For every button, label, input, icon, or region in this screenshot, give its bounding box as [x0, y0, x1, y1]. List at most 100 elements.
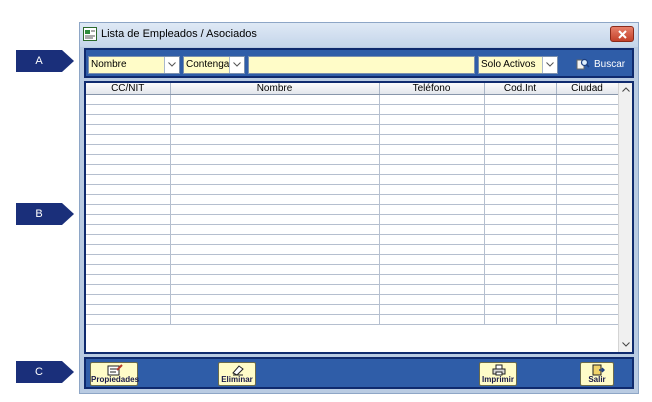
- table-cell[interactable]: [86, 144, 171, 155]
- scroll-up-icon[interactable]: [622, 87, 630, 92]
- table-cell[interactable]: [86, 244, 171, 255]
- table-cell[interactable]: [484, 294, 557, 305]
- table-cell[interactable]: [86, 294, 171, 305]
- table-cell[interactable]: [170, 174, 380, 185]
- table-cell[interactable]: [170, 294, 380, 305]
- column-header-cod-int[interactable]: Cod.Int: [484, 83, 557, 95]
- table-row[interactable]: [86, 224, 619, 235]
- table-row[interactable]: [86, 274, 619, 285]
- table-cell[interactable]: [484, 204, 557, 215]
- table-cell[interactable]: [484, 264, 557, 275]
- vertical-scrollbar[interactable]: [618, 83, 632, 352]
- table-cell[interactable]: [556, 184, 619, 195]
- table-cell[interactable]: [556, 234, 619, 245]
- table-cell[interactable]: [484, 274, 557, 285]
- table-cell[interactable]: [484, 194, 557, 205]
- table-cell[interactable]: [170, 114, 380, 125]
- print-button[interactable]: Imprimir: [479, 362, 517, 386]
- table-cell[interactable]: [170, 214, 380, 225]
- table-cell[interactable]: [379, 94, 485, 105]
- table-cell[interactable]: [86, 274, 171, 285]
- table-row[interactable]: [86, 94, 619, 105]
- table-cell[interactable]: [556, 214, 619, 225]
- table-cell[interactable]: [170, 204, 380, 215]
- table-row[interactable]: [86, 104, 619, 115]
- field-select[interactable]: Nombre: [88, 56, 180, 74]
- table-cell[interactable]: [556, 254, 619, 265]
- table-cell[interactable]: [379, 284, 485, 295]
- scroll-down-icon[interactable]: [622, 342, 630, 347]
- table-cell[interactable]: [379, 184, 485, 195]
- table-cell[interactable]: [556, 134, 619, 145]
- table-cell[interactable]: [86, 164, 171, 175]
- table-cell[interactable]: [379, 294, 485, 305]
- table-cell[interactable]: [484, 224, 557, 235]
- table-row[interactable]: [86, 214, 619, 225]
- table-row[interactable]: [86, 124, 619, 135]
- chevron-down-icon[interactable]: [164, 57, 179, 73]
- table-cell[interactable]: [86, 234, 171, 245]
- table-cell[interactable]: [170, 94, 380, 105]
- table-cell[interactable]: [379, 134, 485, 145]
- table-cell[interactable]: [556, 314, 619, 325]
- table-cell[interactable]: [556, 114, 619, 125]
- table-row[interactable]: [86, 204, 619, 215]
- table-cell[interactable]: [170, 124, 380, 135]
- table-cell[interactable]: [484, 124, 557, 135]
- table-cell[interactable]: [379, 104, 485, 115]
- exit-button[interactable]: Salir: [580, 362, 614, 386]
- table-row[interactable]: [86, 284, 619, 295]
- table-row[interactable]: [86, 194, 619, 205]
- table-cell[interactable]: [170, 144, 380, 155]
- search-input[interactable]: [248, 56, 475, 74]
- table-cell[interactable]: [484, 144, 557, 155]
- table-cell[interactable]: [379, 154, 485, 165]
- table-cell[interactable]: [170, 234, 380, 245]
- table-cell[interactable]: [379, 144, 485, 155]
- table-cell[interactable]: [86, 94, 171, 105]
- table-cell[interactable]: [170, 104, 380, 115]
- table-cell[interactable]: [86, 154, 171, 165]
- table-cell[interactable]: [379, 234, 485, 245]
- table-cell[interactable]: [86, 254, 171, 265]
- table-cell[interactable]: [170, 314, 380, 325]
- table-cell[interactable]: [556, 124, 619, 135]
- table-row[interactable]: [86, 294, 619, 305]
- table-row[interactable]: [86, 154, 619, 165]
- properties-button[interactable]: Propiedades: [90, 362, 139, 386]
- table-cell[interactable]: [379, 264, 485, 275]
- table-cell[interactable]: [484, 94, 557, 105]
- table-cell[interactable]: [170, 224, 380, 235]
- table-cell[interactable]: [484, 314, 557, 325]
- table-cell[interactable]: [379, 224, 485, 235]
- table-cell[interactable]: [86, 204, 171, 215]
- table-cell[interactable]: [86, 184, 171, 195]
- table-row[interactable]: [86, 314, 619, 325]
- table-cell[interactable]: [86, 134, 171, 145]
- table-row[interactable]: [86, 174, 619, 185]
- table-cell[interactable]: [86, 194, 171, 205]
- table-cell[interactable]: [379, 164, 485, 175]
- table-cell[interactable]: [170, 154, 380, 165]
- table-cell[interactable]: [86, 284, 171, 295]
- table-cell[interactable]: [556, 104, 619, 115]
- table-cell[interactable]: [484, 254, 557, 265]
- table-cell[interactable]: [556, 284, 619, 295]
- table-cell[interactable]: [379, 314, 485, 325]
- table-cell[interactable]: [556, 304, 619, 315]
- table-cell[interactable]: [170, 194, 380, 205]
- table-cell[interactable]: [556, 94, 619, 105]
- table-cell[interactable]: [379, 254, 485, 265]
- table-cell[interactable]: [170, 264, 380, 275]
- table-cell[interactable]: [556, 244, 619, 255]
- table-cell[interactable]: [379, 274, 485, 285]
- table-cell[interactable]: [484, 304, 557, 315]
- table-cell[interactable]: [484, 284, 557, 295]
- table-cell[interactable]: [484, 134, 557, 145]
- table-row[interactable]: [86, 244, 619, 255]
- table-row[interactable]: [86, 134, 619, 145]
- table-cell[interactable]: [556, 154, 619, 165]
- table-row[interactable]: [86, 234, 619, 245]
- column-header-nombre[interactable]: Nombre: [170, 83, 380, 95]
- table-cell[interactable]: [379, 244, 485, 255]
